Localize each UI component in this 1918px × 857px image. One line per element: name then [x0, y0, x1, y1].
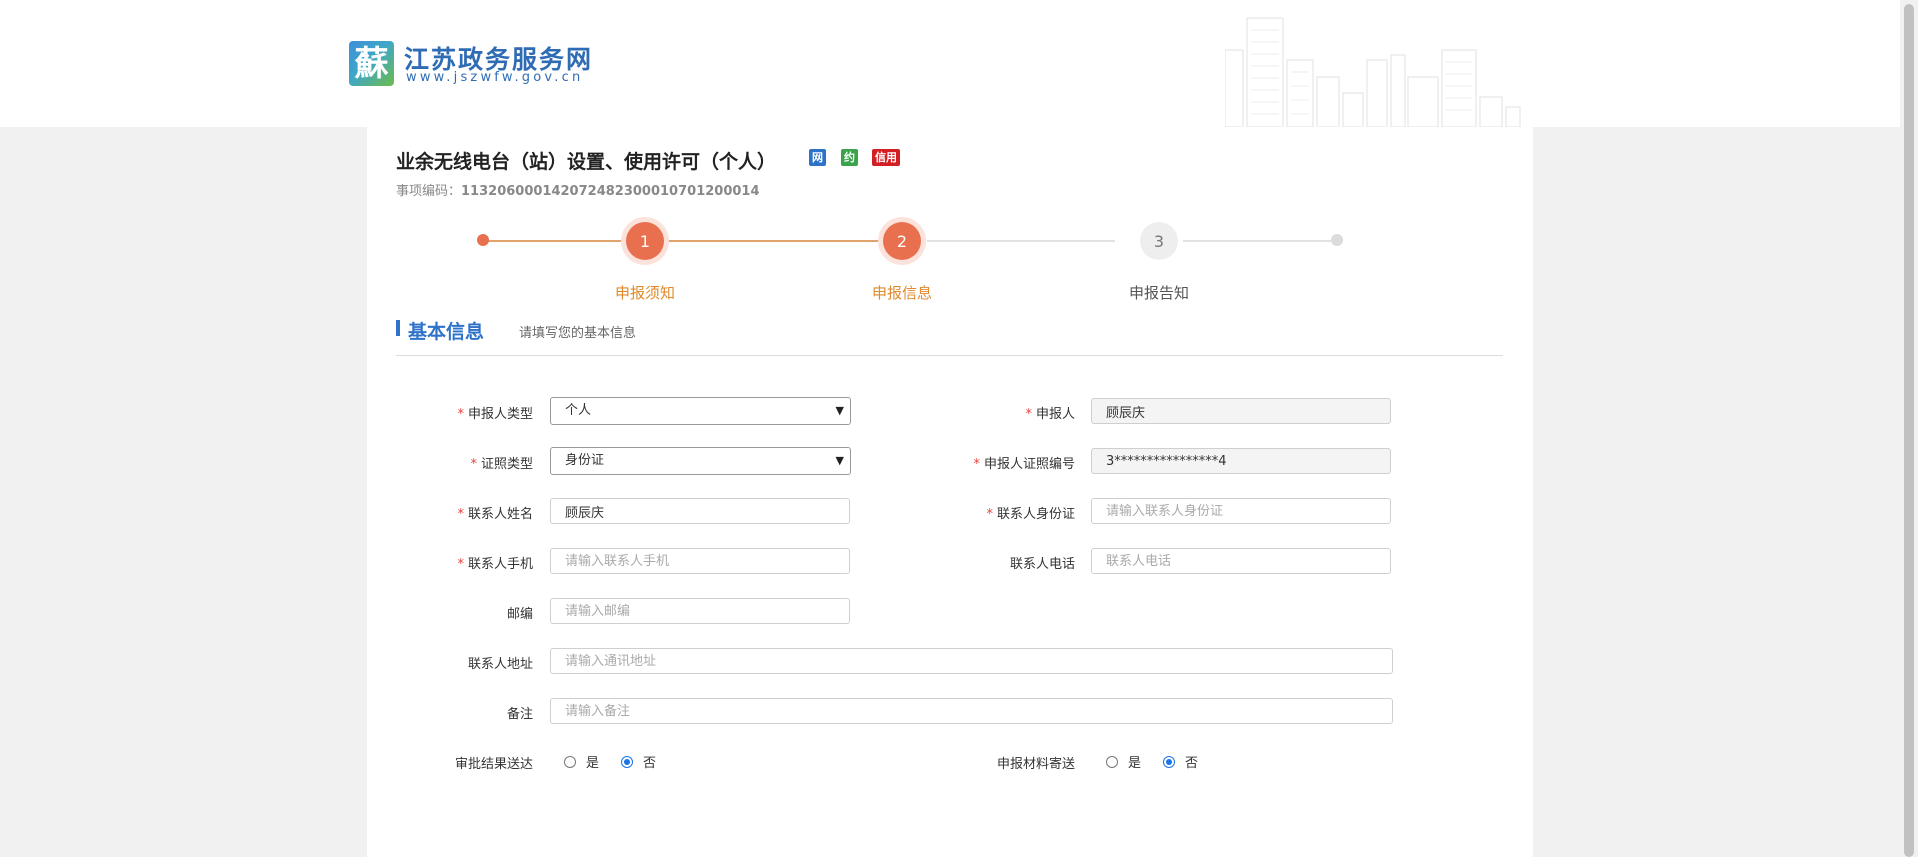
- cert-type-value: 身份证: [565, 453, 605, 468]
- section-title: 基本信息: [408, 321, 485, 343]
- remark-input[interactable]: [550, 698, 1393, 724]
- required-mark: *: [457, 557, 464, 572]
- cert-type-label: * 证照类型: [373, 453, 533, 472]
- cert-number-input[interactable]: [1091, 448, 1391, 474]
- contact-id-label: * 联系人身份证: [915, 503, 1075, 522]
- contact-address-label: 联系人地址: [467, 657, 533, 672]
- material-mail-label: 申报材料寄送: [996, 757, 1075, 772]
- required-mark: *: [986, 507, 993, 522]
- contact-phone-label: 联系人电话: [1009, 557, 1075, 572]
- applicant-type-label: * 申报人类型: [373, 403, 533, 422]
- site-url: www.jszwfw.gov.cn: [406, 70, 584, 85]
- result-delivery-yes-label: 是: [586, 756, 600, 771]
- step-end-dot: [1331, 234, 1343, 246]
- contact-name-label: * 联系人姓名: [373, 503, 533, 522]
- step-2[interactable]: 2: [878, 217, 926, 265]
- contact-address-input[interactable]: [550, 648, 1393, 674]
- material-mail-radio-group: 是否: [1106, 752, 1220, 771]
- section-accent-bar: [396, 320, 400, 336]
- contact-mobile-label: * 联系人手机: [373, 553, 533, 572]
- step-line: [927, 240, 1115, 242]
- remark-label: 备注: [506, 707, 533, 722]
- step-start-dot: [477, 234, 489, 246]
- result-delivery-no-radio[interactable]: [621, 755, 634, 768]
- step-line: [1163, 240, 1331, 242]
- section-divider: [396, 355, 1503, 356]
- step-1-label: 申报须知: [614, 284, 675, 302]
- applicant-input[interactable]: [1091, 398, 1391, 424]
- chevron-down-icon: ▼: [835, 454, 844, 467]
- material-mail-yes-radio[interactable]: [1106, 755, 1118, 768]
- contact-name-input[interactable]: [550, 498, 850, 524]
- material-mail-yes-label: 是: [1128, 756, 1142, 771]
- contact-name-label-text: 联系人姓名: [467, 507, 533, 522]
- applicant-label: * 申报人: [915, 403, 1075, 422]
- cert-number-label-text: 申报人证照编号: [983, 457, 1075, 472]
- cert-type-label-text: 证照类型: [480, 457, 533, 472]
- cert-type-select[interactable]: 身份证 ▼: [550, 447, 851, 475]
- site-header: 蘇 江苏政务服务网 www.jszwfw.gov.cn: [0, 0, 1900, 127]
- page-scrollbar[interactable]: [1900, 0, 1918, 857]
- required-mark: *: [1025, 407, 1032, 422]
- section-subtitle: 请填写您的基本信息: [519, 326, 637, 341]
- applicant-type-label-text: 申报人类型: [467, 407, 533, 422]
- result-delivery-yes-radio[interactable]: [564, 755, 576, 768]
- material-mail-no-radio[interactable]: [1163, 755, 1176, 768]
- city-skyline-illustration: [1225, 17, 1521, 127]
- cert-number-label: * 申报人证照编号: [915, 453, 1075, 472]
- result-delivery-radio-group: 是否: [564, 752, 678, 771]
- step-2-label: 申报信息: [871, 284, 932, 302]
- contact-mobile-label-text: 联系人手机: [467, 557, 533, 572]
- postcode-input[interactable]: [550, 598, 850, 624]
- site-logo-icon[interactable]: 蘇: [349, 41, 394, 86]
- step-1[interactable]: 1: [621, 217, 669, 265]
- postcode-label: 邮编: [506, 607, 533, 622]
- material-mail-no-label: 否: [1185, 756, 1199, 771]
- step-3-number: 3: [1140, 222, 1178, 260]
- applicant-type-value: 个人: [565, 403, 592, 418]
- required-mark: *: [470, 457, 477, 472]
- scrollbar-thumb[interactable]: [1904, 4, 1914, 857]
- result-delivery-no-label: 否: [643, 756, 657, 771]
- step-line: [669, 240, 879, 242]
- chevron-down-icon: ▼: [835, 404, 844, 417]
- logo-glyph: 蘇: [354, 43, 389, 84]
- applicant-type-select[interactable]: 个人 ▼: [550, 397, 851, 425]
- contact-mobile-input[interactable]: [550, 548, 850, 574]
- step-3[interactable]: 3: [1135, 217, 1183, 265]
- applicant-label-text: 申报人: [1035, 407, 1075, 422]
- step-3-label: 申报告知: [1128, 284, 1189, 302]
- required-mark: *: [973, 457, 980, 472]
- required-mark: *: [457, 407, 464, 422]
- result-delivery-label: 审批结果送达: [454, 757, 533, 772]
- main-panel: 业余无线电台（站）设置、使用许可（个人） 网 约 信用 事项编码：1132060…: [367, 127, 1533, 857]
- step-2-number: 2: [883, 222, 921, 260]
- step-line: [483, 240, 621, 242]
- required-mark: *: [457, 507, 464, 522]
- contact-id-input[interactable]: [1091, 498, 1391, 524]
- progress-steps: 1 2 3 申报须知 申报信息 申报告知: [367, 127, 1533, 327]
- step-1-number: 1: [626, 222, 664, 260]
- contact-phone-input[interactable]: [1091, 548, 1391, 574]
- contact-id-label-text: 联系人身份证: [996, 507, 1075, 522]
